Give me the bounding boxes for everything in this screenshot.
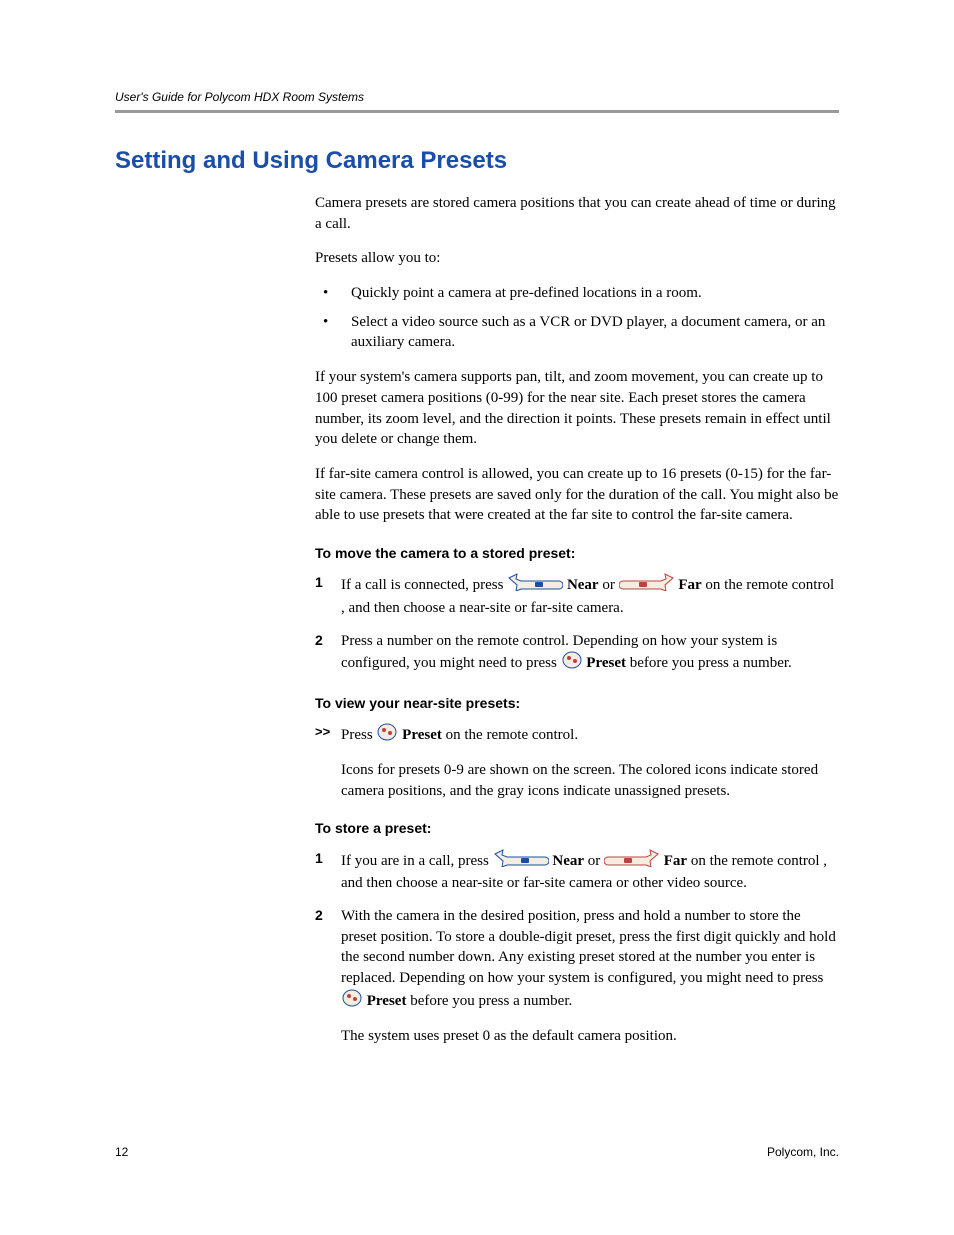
- company-name: Polycom, Inc.: [767, 1145, 839, 1159]
- page-number: 12: [115, 1145, 128, 1159]
- preset-label: Preset: [367, 993, 407, 1009]
- text-fragment: before you press a number.: [410, 993, 572, 1009]
- section-heading: Setting and Using Camera Presets: [115, 147, 839, 175]
- store-preset-heading: To store a preset:: [315, 819, 840, 838]
- arrow-step: >> Press Preset on the remote control.: [315, 723, 840, 748]
- step-row: 2 Press a number on the remote control. …: [315, 631, 840, 676]
- near-label: Near: [567, 577, 599, 593]
- pan-tilt-paragraph: If your system's camera supports pan, ti…: [315, 367, 840, 450]
- step-text: Press a number on the remote control. De…: [341, 631, 840, 676]
- text-fragment: before you press a number.: [630, 655, 792, 671]
- preset-button-icon: [341, 989, 363, 1014]
- far-label: Far: [678, 577, 701, 593]
- text-fragment: Press: [341, 727, 376, 743]
- step-row: 2 With the camera in the desired positio…: [315, 906, 840, 1013]
- step-text: If a call is connected, press Near or: [341, 573, 840, 618]
- preset-button-icon: [561, 651, 583, 676]
- bullet-list: • Quickly point a camera at pre-defined …: [315, 283, 840, 353]
- page-footer: 12 Polycom, Inc.: [115, 1145, 839, 1159]
- step-row: 1 If you are in a call, press Near or: [315, 849, 840, 894]
- step-number: 1: [315, 849, 341, 894]
- near-button-icon: [507, 573, 563, 598]
- far-button-icon: [604, 849, 660, 874]
- far-button-icon: [619, 573, 675, 598]
- bullet-text: Select a video source such as a VCR or D…: [351, 312, 840, 353]
- text-fragment: If you are in a call, press: [341, 852, 493, 868]
- text-fragment: on the remote control.: [446, 727, 578, 743]
- step-number: 1: [315, 573, 341, 618]
- bullet-icon: •: [315, 283, 351, 304]
- step-text: Press Preset on the remote control.: [341, 723, 840, 748]
- text-fragment: or: [602, 577, 618, 593]
- preset-button-icon: [376, 723, 398, 748]
- list-item: • Select a video source such as a VCR or…: [315, 312, 840, 353]
- running-head: User's Guide for Polycom HDX Room System…: [115, 90, 839, 110]
- arrow-marker: >>: [315, 723, 341, 748]
- far-site-paragraph: If far-site camera control is allowed, y…: [315, 464, 840, 526]
- step-row: 1 If a call is connected, press Near or: [315, 573, 840, 618]
- list-item: • Quickly point a camera at pre-defined …: [315, 283, 840, 304]
- text-fragment: If a call is connected, press: [341, 577, 507, 593]
- near-label: Near: [552, 852, 584, 868]
- intro-paragraph: Camera presets are stored camera positio…: [315, 193, 840, 234]
- preset-label: Preset: [402, 727, 442, 743]
- store-steps: 1 If you are in a call, press Near or: [315, 849, 840, 1014]
- step-number: 2: [315, 631, 341, 676]
- store-trailer: The system uses preset 0 as the default …: [341, 1026, 840, 1047]
- far-label: Far: [664, 852, 687, 868]
- text-fragment: With the camera in the desired position,…: [341, 908, 836, 986]
- move-camera-heading: To move the camera to a stored preset:: [315, 544, 840, 563]
- view-presets-heading: To view your near-site presets:: [315, 694, 840, 713]
- view-explainer: Icons for presets 0-9 are shown on the s…: [341, 760, 840, 801]
- step-text: With the camera in the desired position,…: [341, 906, 840, 1013]
- move-steps: 1 If a call is connected, press Near or: [315, 573, 840, 676]
- text-fragment: or: [588, 852, 604, 868]
- body-column: Camera presets are stored camera positio…: [315, 193, 840, 1046]
- bullet-icon: •: [315, 312, 351, 353]
- preset-label: Preset: [586, 655, 626, 671]
- header-rule: [115, 110, 839, 113]
- near-button-icon: [493, 849, 549, 874]
- page: User's Guide for Polycom HDX Room System…: [0, 0, 954, 1235]
- step-number: 2: [315, 906, 341, 1013]
- step-text: If you are in a call, press Near or: [341, 849, 840, 894]
- bullet-text: Quickly point a camera at pre-defined lo…: [351, 283, 840, 304]
- presets-allow-text: Presets allow you to:: [315, 248, 840, 269]
